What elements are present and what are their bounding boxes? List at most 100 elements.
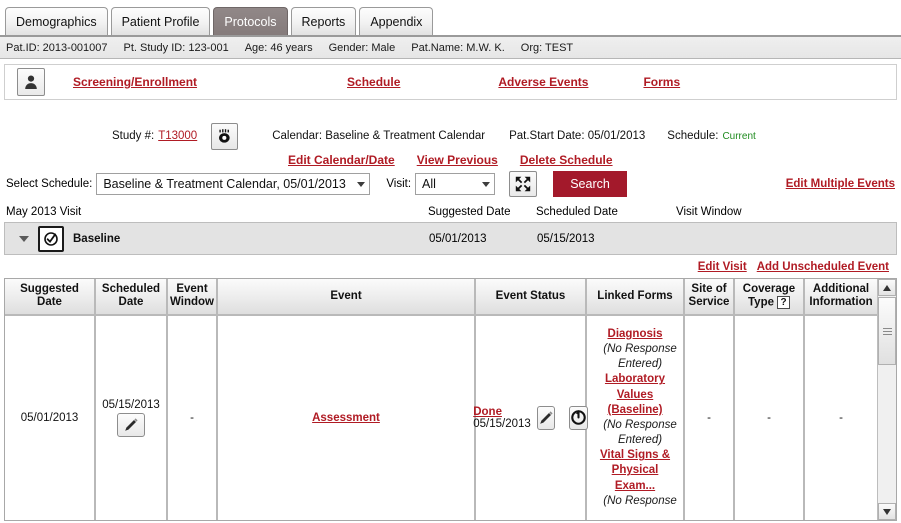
col-header-additional-information[interactable]: Additional Information [804, 279, 877, 316]
patient-study-id: Pt. Study ID: 123-001 [123, 41, 229, 54]
select-schedule-dropdown[interactable]: Baseline & Treatment Calendar, 05/01/201… [96, 173, 371, 195]
edit-multiple-events-link[interactable]: Edit Multiple Events [786, 178, 895, 190]
linked-form-diagnosis-response: (No Response Entered) [603, 343, 677, 371]
table-row: 05/01/2013 05/15/2013 - Assessment Done … [5, 314, 877, 520]
study-number-link[interactable]: T13000 [158, 130, 197, 142]
visit-action-links: Edit Visit Add Unscheduled Event [0, 258, 901, 276]
events-table-header-row: Suggested Date Scheduled Date Event Wind… [5, 279, 877, 316]
cell-linked-forms: Diagnosis (No Response Entered) Laborato… [586, 314, 685, 520]
schedule-filter-bar: Select Schedule: Baseline & Treatment Ca… [0, 168, 901, 200]
view-previous-link[interactable]: View Previous [417, 153, 498, 167]
add-unscheduled-event-link[interactable]: Add Unscheduled Event [757, 261, 889, 273]
col-header-event[interactable]: Event [217, 279, 476, 316]
visit-label: Visit: [386, 178, 412, 190]
study-header: Study #: T13000 Calendar: Baseline & Tre… [0, 122, 901, 170]
edit-calendar-date-link[interactable]: Edit Calendar/Date [288, 153, 395, 167]
event-status-done-link[interactable]: Done [473, 406, 502, 418]
cell-event-status: Done 05/15/2013 [473, 314, 588, 520]
tab-patient-profile[interactable]: Patient Profile [110, 7, 211, 35]
help-question-icon[interactable]: ? [777, 296, 790, 310]
scroll-up-arrow-icon[interactable] [878, 279, 896, 296]
tab-appendix[interactable]: Appendix [359, 7, 434, 35]
person-icon[interactable] [17, 68, 45, 96]
expand-icon[interactable] [509, 171, 538, 197]
section-nav-bar: Screening/Enrollment Schedule Adverse Ev… [4, 64, 897, 100]
visit-header-suggested-date: Suggested Date [428, 206, 511, 218]
patient-name: Pat.Name: M.W. K. [411, 41, 505, 54]
cell-scheduled-date: 05/15/2013 [95, 314, 168, 520]
visit-header-visit-window: Visit Window [676, 206, 742, 218]
search-button[interactable]: Search [553, 171, 628, 197]
nav-link-forms[interactable]: Forms [643, 75, 680, 89]
col-header-event-window[interactable]: Event Window [167, 279, 218, 316]
baseline-suggested-date: 05/01/2013 [429, 232, 487, 245]
patient-org: Org: TEST [520, 41, 574, 54]
chevron-down-icon [482, 181, 491, 187]
visit-value: All [422, 177, 436, 191]
grid-vertical-scrollbar[interactable] [877, 279, 896, 520]
col-header-site-of-service[interactable]: Site of Service [684, 279, 735, 316]
pencil-icon[interactable] [536, 405, 555, 430]
tab-reports[interactable]: Reports [290, 7, 357, 35]
scroll-thumb[interactable] [878, 297, 896, 365]
cell-event: Assessment [217, 314, 476, 520]
events-table: Suggested Date Scheduled Date Event Wind… [5, 279, 877, 520]
scroll-down-arrow-icon[interactable] [878, 503, 896, 520]
tab-protocols[interactable]: Protocols [213, 7, 288, 35]
col-header-linked-forms[interactable]: Linked Forms [586, 279, 685, 316]
eye-icon[interactable] [211, 122, 239, 150]
select-schedule-value: Baseline & Treatment Calendar, 05/01/201… [103, 177, 346, 191]
visit-month-label: May 2013 Visit [6, 206, 82, 218]
calendar-name: Calendar: Baseline & Treatment Calendar [272, 130, 486, 142]
select-schedule-label: Select Schedule: [6, 178, 93, 190]
baseline-scheduled-date: 05/15/2013 [537, 232, 595, 245]
patient-start-date: Pat.Start Date: 05/01/2013 [509, 130, 646, 142]
pencil-icon[interactable] [117, 412, 145, 437]
col-header-coverage-type[interactable]: Coverage Type? [734, 279, 805, 316]
undo-icon[interactable] [568, 405, 588, 430]
visit-column-header: May 2013 Visit Suggested Date Scheduled … [0, 202, 901, 222]
cell-additional-information: - [804, 314, 877, 520]
tab-demographics[interactable]: Demographics [5, 7, 108, 35]
event-status-wrapper: Done 05/15/2013 [473, 405, 588, 430]
linked-form-laboratory-values-response: (No Response Entered) [603, 418, 677, 447]
scheduled-date-value: 05/15/2013 [102, 398, 160, 411]
col-header-event-status[interactable]: Event Status [475, 279, 587, 316]
cell-suggested-date: 05/01/2013 [5, 314, 96, 520]
linked-form-vital-signs-physical-exam[interactable]: Vital Signs & Physical Exam... [600, 449, 670, 491]
patient-info-bar: Pat.ID: 2013-001007 Pt. Study ID: 123-00… [0, 37, 901, 59]
nav-link-adverse-events[interactable]: Adverse Events [498, 75, 588, 89]
nav-link-screening-enrollment[interactable]: Screening/Enrollment [73, 75, 197, 89]
col-header-scheduled-date[interactable]: Scheduled Date [95, 279, 168, 316]
study-header-actions: Edit Calendar/Date View Previous Delete … [0, 150, 901, 170]
scheduled-date-wrapper: 05/15/2013 [100, 399, 162, 437]
patient-age: Age: 46 years [244, 41, 313, 54]
study-number-label: Study #: [112, 130, 155, 142]
visit-dropdown[interactable]: All [415, 173, 496, 195]
edit-visit-link[interactable]: Edit Visit [698, 261, 747, 273]
main-tab-bar: Demographics Patient Profile Protocols R… [0, 0, 901, 37]
nav-link-schedule[interactable]: Schedule [347, 75, 400, 89]
linked-form-laboratory-values-baseline[interactable]: Laboratory Values (Baseline) [605, 373, 665, 415]
protocols-schedule-page: Demographics Patient Profile Protocols R… [0, 0, 901, 523]
schedule-status-value: Current [722, 130, 756, 142]
visit-row-baseline[interactable]: Baseline 05/01/2013 05/15/2013 [4, 222, 897, 255]
baseline-label: Baseline [73, 232, 121, 245]
event-link-assessment[interactable]: Assessment [312, 412, 380, 424]
event-status-date: 05/15/2013 [473, 417, 531, 430]
study-header-line1: Study #: T13000 Calendar: Baseline & Tre… [0, 122, 901, 150]
visit-header-scheduled-date: Scheduled Date [536, 206, 618, 218]
delete-schedule-link[interactable]: Delete Schedule [520, 153, 613, 167]
patient-id: Pat.ID: 2013-001007 [6, 41, 108, 54]
event-status-text: Done 05/15/2013 [473, 406, 531, 430]
scroll-thumb-grip [882, 326, 892, 337]
cell-site-of-service: - [684, 314, 735, 520]
linked-forms-list: Diagnosis (No Response Entered) Laborato… [591, 327, 679, 509]
col-header-suggested-date[interactable]: Suggested Date [5, 279, 96, 316]
chevron-down-icon [357, 181, 366, 187]
events-grid-body: Suggested Date Scheduled Date Event Wind… [5, 279, 877, 520]
checkmark-icon[interactable] [38, 225, 64, 252]
triangle-down-icon[interactable] [19, 235, 29, 242]
linked-form-diagnosis[interactable]: Diagnosis [608, 328, 663, 340]
cell-event-window: - [167, 314, 218, 520]
